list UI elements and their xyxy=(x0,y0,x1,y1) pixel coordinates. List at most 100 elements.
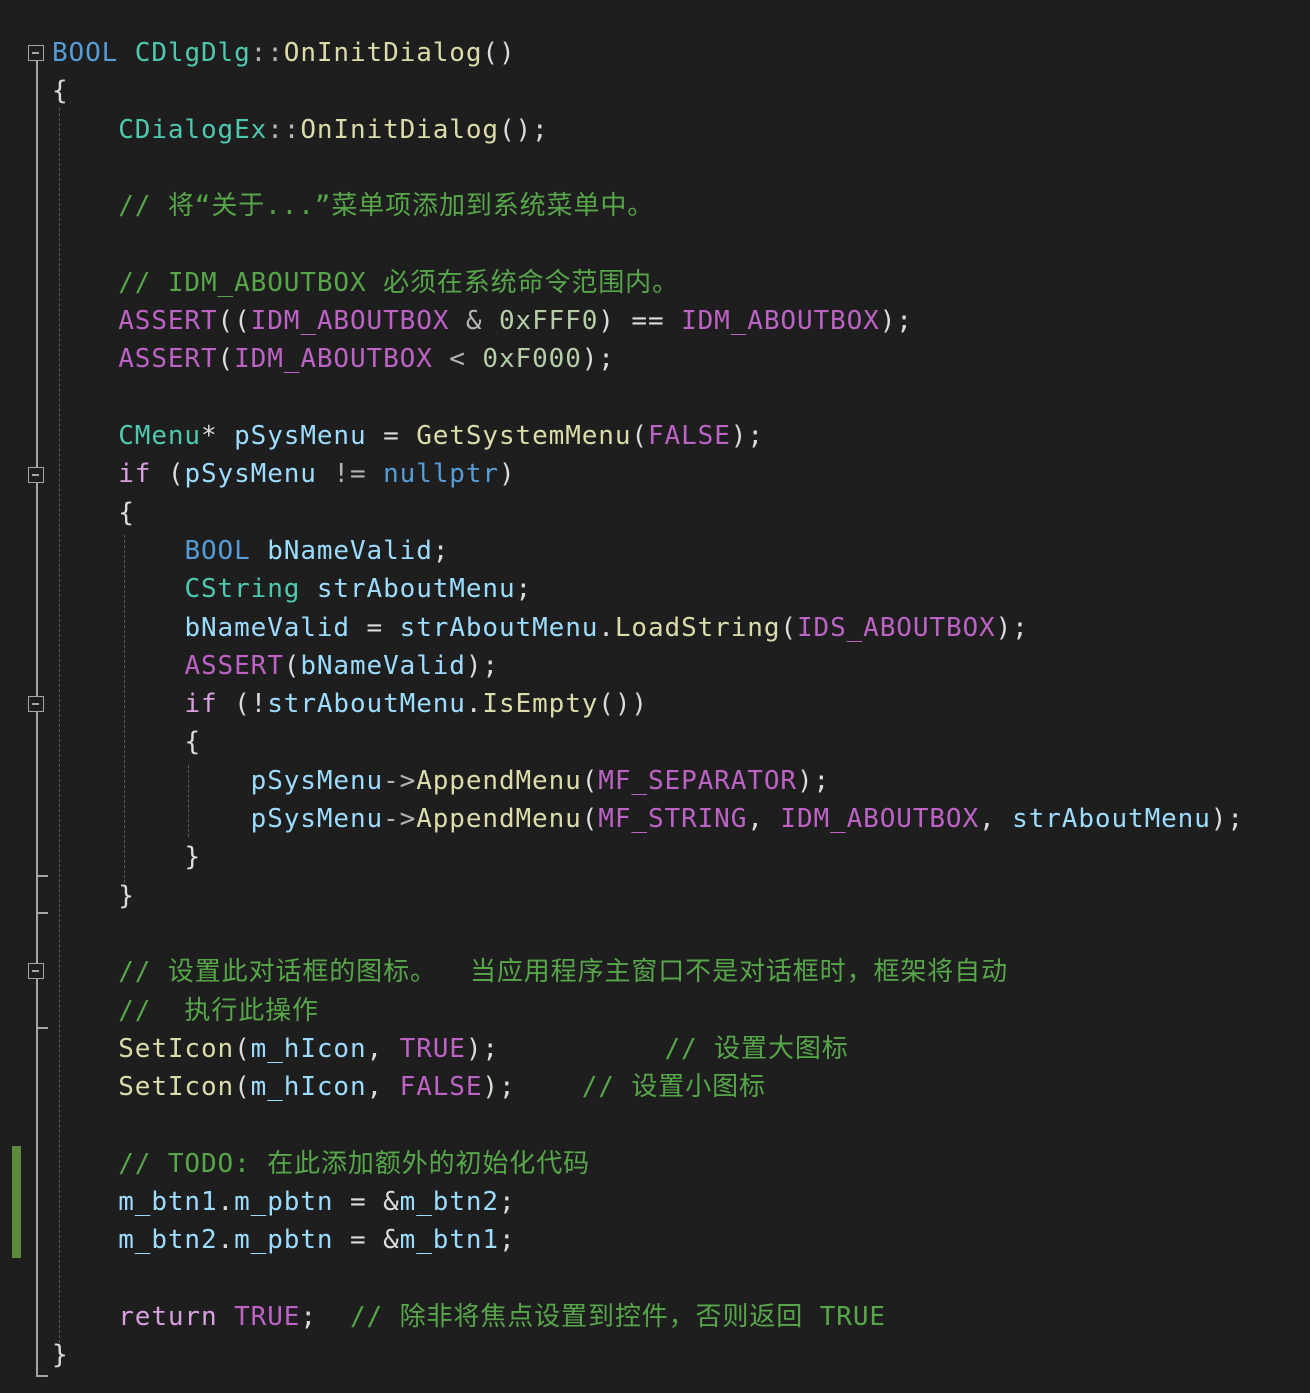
code-line[interactable]: if (!strAboutMenu.IsEmpty()) xyxy=(52,685,648,723)
code-token: ASSERT xyxy=(118,344,218,375)
code-token: FALSE xyxy=(399,1072,483,1103)
code-token: = xyxy=(349,612,400,643)
code-line[interactable]: if (pSysMenu != nullptr) xyxy=(52,455,516,493)
code-line[interactable]: { xyxy=(52,494,135,532)
code-token: () xyxy=(482,38,516,68)
code-line[interactable]: // TODO: 在此添加额外的初始化代码 xyxy=(52,1145,590,1183)
code-line[interactable]: pSysMenu->AppendMenu(MF_SEPARATOR); xyxy=(52,762,830,800)
code-token: = xyxy=(366,421,417,451)
code-line[interactable]: ASSERT(bNameValid); xyxy=(52,647,499,685)
code-token: // 设置大图标 xyxy=(664,1033,849,1064)
code-token: // 设置小图标 xyxy=(581,1072,766,1103)
code-token: TRUE xyxy=(399,1033,466,1064)
code-token: strAboutMenu xyxy=(1012,804,1211,834)
code-line[interactable]: BOOL CDlgDlg::OnInitDialog() xyxy=(52,34,516,72)
code-line[interactable]: } xyxy=(52,1336,69,1374)
code-line[interactable]: return TRUE; // 除非将焦点设置到控件，否则返回 TRUE xyxy=(52,1298,886,1336)
code-line[interactable]: { xyxy=(52,723,201,761)
code-line[interactable]: CDialogEx::OnInitDialog(); xyxy=(52,111,549,149)
code-line[interactable]: ASSERT((IDM_ABOUTBOX & 0xFFF0) == IDM_AB… xyxy=(52,302,913,340)
code-line[interactable]: BOOL bNameValid; xyxy=(52,532,449,570)
collapse-function-icon[interactable] xyxy=(28,45,44,61)
code-token: ASSERT xyxy=(118,306,218,337)
code-token: MF_STRING xyxy=(598,804,748,834)
code-token: CMenu xyxy=(118,421,201,451)
code-token: m_btn2 xyxy=(399,1187,499,1217)
code-token: TRUE xyxy=(234,1301,301,1332)
outline-line xyxy=(36,61,38,1375)
code-token: ) xyxy=(498,459,516,490)
code-token: . xyxy=(217,1187,235,1217)
code-token: // TODO: 在此添加额外的初始化代码 xyxy=(118,1148,590,1179)
collapse-if-block-icon[interactable] xyxy=(28,467,44,483)
code-line[interactable]: CMenu* pSysMenu = GetSystemMenu(FALSE); xyxy=(52,417,764,455)
code-token: // 执行此操作 xyxy=(118,995,319,1026)
code-token: , xyxy=(366,1072,400,1103)
code-token: 0xFFF0 xyxy=(498,306,599,337)
code-editor[interactable]: BOOL CDlgDlg::OnInitDialog(){ CDialogEx:… xyxy=(0,0,1310,1393)
outline-end-if xyxy=(36,912,48,914)
code-token: , xyxy=(747,804,781,834)
code-line[interactable]: // 设置此对话框的图标。 当应用程序主窗口不是对话框时，框架将自动 xyxy=(52,953,1008,991)
outline-end-comment xyxy=(36,1027,48,1029)
code-line[interactable]: { xyxy=(52,72,69,110)
code-token: ); xyxy=(465,650,499,681)
code-token: BOOL xyxy=(52,38,119,68)
code-token: < xyxy=(432,344,483,375)
code-line[interactable]: } xyxy=(52,838,201,876)
code-token: if xyxy=(118,459,152,490)
code-line[interactable]: CString strAboutMenu; xyxy=(52,570,532,608)
code-token: LoadString xyxy=(614,612,781,643)
code-line[interactable]: bNameValid = strAboutMenu.LoadString(IDS… xyxy=(52,609,1029,647)
code-token: GetSystemMenu xyxy=(416,421,632,451)
code-line[interactable]: // 执行此操作 xyxy=(52,992,319,1030)
code-token: IDM_ABOUTBOX xyxy=(250,306,450,337)
code-token: ; xyxy=(498,1225,516,1256)
code-line[interactable]: } xyxy=(52,877,135,915)
code-line[interactable]: pSysMenu->AppendMenu(MF_STRING, IDM_ABOU… xyxy=(52,800,1244,838)
code-token: ); xyxy=(465,1033,665,1064)
code-token: ( xyxy=(581,765,599,796)
code-token: . xyxy=(598,612,615,643)
code-token: , xyxy=(979,804,1013,834)
code-line[interactable]: m_btn2.m_pbtn = &m_btn1; xyxy=(52,1221,516,1259)
code-token: m_btn2 xyxy=(118,1225,218,1256)
code-line[interactable]: // 将“关于...”菜单项添加到系统菜单中。 xyxy=(52,187,654,225)
code-token: AppendMenu xyxy=(416,804,582,834)
code-line[interactable]: m_btn1.m_pbtn = &m_btn2; xyxy=(52,1183,516,1221)
collapse-inner-if-icon[interactable] xyxy=(28,696,44,712)
code-token: ); xyxy=(879,306,913,337)
code-token: . xyxy=(217,1225,235,1256)
code-token: { xyxy=(52,76,69,107)
code-token: } xyxy=(184,842,201,873)
collapse-comment-icon[interactable] xyxy=(28,963,44,979)
code-token: = & xyxy=(333,1187,400,1217)
code-line[interactable]: ASSERT(IDM_ABOUTBOX < 0xF000); xyxy=(52,340,615,378)
code-token: pSysMenu xyxy=(234,421,367,451)
code-token: ( xyxy=(780,612,797,643)
code-token: // 设置此对话框的图标。 当应用程序主窗口不是对话框时，框架将自动 xyxy=(118,957,1008,988)
code-line[interactable]: SetIcon(m_hIcon, TRUE); // 设置大图标 xyxy=(52,1030,849,1068)
code-token: } xyxy=(118,880,135,911)
code-token: ; xyxy=(300,1301,350,1332)
code-token: ()) xyxy=(598,689,648,720)
code-line[interactable]: // IDM_ABOUTBOX 必须在系统命令范围内。 xyxy=(52,264,679,302)
code-token: ); xyxy=(730,421,764,451)
code-line[interactable]: SetIcon(m_hIcon, FALSE); // 设置小图标 xyxy=(52,1068,766,1106)
code-token: m_hIcon xyxy=(250,1033,367,1064)
code-token: m_pbtn xyxy=(234,1225,334,1256)
code-token: nullptr xyxy=(383,459,499,490)
